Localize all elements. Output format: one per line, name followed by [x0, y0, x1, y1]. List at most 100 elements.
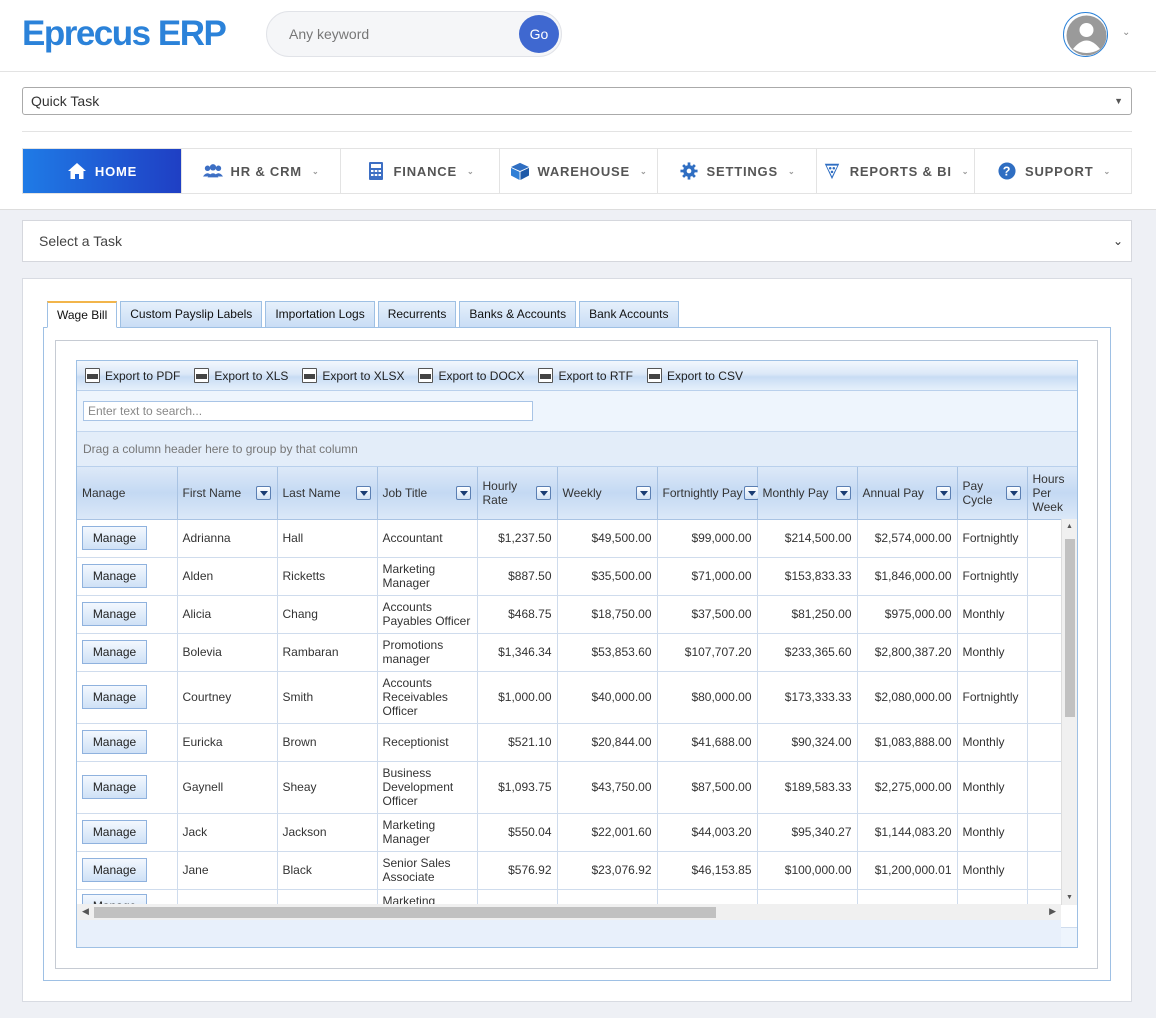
nav-warehouse[interactable]: WAREHOUSE ⌄ — [500, 149, 658, 193]
manage-button[interactable]: Manage — [82, 730, 147, 754]
fortnightly-pay-cell: $80,000.00 — [657, 671, 758, 724]
column-header[interactable]: Hourly Rate — [477, 467, 558, 520]
vertical-scrollbar[interactable]: ▲ ▼ — [1061, 519, 1077, 905]
nav-home[interactable]: HOME — [23, 149, 182, 193]
nav-hr-crm[interactable]: HR & CRM ⌄ — [182, 149, 341, 193]
column-header[interactable]: First Name — [177, 467, 278, 520]
manage-button[interactable]: Manage — [82, 640, 147, 664]
chevron-down-icon: ⌄ — [1112, 234, 1123, 248]
manage-button[interactable]: Manage — [82, 775, 147, 799]
filter-icon[interactable] — [635, 486, 651, 500]
main-nav: HOME HR & CRM ⌄ FINANCE ⌄ WAREHOUSE ⌄ SE… — [22, 148, 1132, 194]
home-icon — [67, 163, 86, 179]
scroll-thumb[interactable] — [94, 907, 716, 918]
wage-bill-grid: Export to PDF Export to XLS Export to XL… — [76, 360, 1078, 948]
weekly-cell: $20,844.00 — [557, 723, 658, 762]
export-xlsx-button[interactable]: Export to XLSX — [302, 368, 404, 383]
weekly-cell: $49,500.00 — [557, 519, 658, 558]
divider — [22, 131, 1132, 132]
last-name-cell: Hall — [277, 519, 378, 558]
tab-recurrents[interactable]: Recurrents — [377, 301, 457, 328]
scroll-down-icon[interactable]: ▼ — [1066, 894, 1073, 901]
nav-settings[interactable]: SETTINGS ⌄ — [658, 149, 817, 193]
column-header[interactable]: Manage — [77, 467, 178, 520]
tab-importation-logs[interactable]: Importation Logs — [265, 301, 375, 328]
export-xls-button[interactable]: Export to XLS — [194, 368, 288, 383]
manage-button[interactable]: Manage — [82, 526, 147, 550]
export-rtf-button[interactable]: Export to RTF — [538, 368, 633, 383]
manage-cell: Manage — [77, 557, 178, 596]
filter-icon[interactable] — [355, 486, 371, 500]
column-header[interactable]: Fortnightly Pay — [657, 467, 759, 520]
annual-pay-cell: $1,846,000.00 — [857, 557, 958, 596]
svg-text:?: ? — [1003, 165, 1011, 179]
export-csv-button[interactable]: Export to CSV — [646, 368, 743, 383]
box-icon — [510, 162, 529, 180]
pay-cycle-cell: Fortnightly — [957, 519, 1028, 558]
last-name-cell: Smith — [277, 671, 378, 724]
column-header[interactable]: Weekly — [557, 467, 658, 520]
app-logo[interactable]: Eprecus ERP — [22, 14, 227, 54]
tab-custom-payslip-labels[interactable]: Custom Payslip Labels — [120, 301, 263, 328]
scroll-left-icon[interactable]: ◀ — [82, 906, 89, 917]
export-label: Export to DOCX — [438, 368, 525, 383]
nav-finance[interactable]: FINANCE ⌄ — [341, 149, 500, 193]
fortnightly-pay-cell: $37,500.00 — [657, 595, 758, 634]
job-title-cell: Marketing Manager — [377, 557, 478, 596]
tab-bank-accounts[interactable]: Bank Accounts — [579, 301, 679, 328]
filter-icon[interactable] — [455, 486, 471, 500]
manage-button[interactable]: Manage — [82, 685, 147, 709]
first-name-cell: Alicia — [177, 595, 278, 634]
quick-task-select[interactable]: Quick Task ▼ — [22, 87, 1132, 115]
grid-search-input[interactable] — [83, 401, 533, 421]
job-title-cell: Accounts Payables Officer — [377, 595, 478, 634]
nav-label: SUPPORT — [1025, 163, 1094, 179]
filter-icon[interactable] — [935, 486, 951, 500]
table-row: Manage Courtney Smith Accounts Receivabl… — [77, 671, 1077, 724]
column-header[interactable]: Last Name — [277, 467, 378, 520]
column-header[interactable]: Hours Per Week — [1027, 467, 1077, 520]
column-header[interactable]: Pay Cycle — [957, 467, 1028, 520]
column-header[interactable]: Job Title — [377, 467, 478, 520]
last-name-cell: Sheay — [277, 761, 378, 814]
filter-icon[interactable] — [1005, 486, 1021, 500]
manage-button[interactable]: Manage — [82, 602, 147, 626]
last-name-cell: Black — [277, 851, 378, 890]
filter-icon[interactable] — [255, 486, 271, 500]
group-panel[interactable]: Drag a column header here to group by th… — [77, 432, 1077, 467]
nav-support[interactable]: ? SUPPORT ⌄ — [975, 149, 1133, 193]
first-name-cell: Gaynell — [177, 761, 278, 814]
avatar[interactable] — [1063, 12, 1108, 57]
users-icon — [202, 164, 223, 178]
pay-cycle-cell: Monthly — [957, 595, 1028, 634]
column-header-label: Fortnightly Pay — [662, 485, 743, 500]
manage-button[interactable]: Manage — [82, 820, 147, 844]
go-button[interactable]: Go — [519, 15, 559, 53]
chevron-down-icon: ⌄ — [639, 166, 648, 176]
last-name-cell: Rambaran — [277, 633, 378, 672]
task-select[interactable]: Select a Task ⌄ — [22, 220, 1132, 262]
manage-button[interactable]: Manage — [82, 564, 147, 588]
scroll-up-icon[interactable]: ▲ — [1066, 523, 1073, 530]
scroll-thumb[interactable] — [1065, 539, 1075, 717]
horizontal-scrollbar[interactable]: ◀ ▶ — [77, 904, 1061, 920]
search-input[interactable] — [289, 12, 509, 56]
tab-banks-accounts[interactable]: Banks & Accounts — [459, 301, 577, 328]
filter-icon[interactable] — [835, 486, 851, 500]
chevron-down-icon: ⌄ — [466, 166, 475, 176]
scroll-right-icon[interactable]: ▶ — [1049, 906, 1056, 917]
manage-button[interactable]: Manage — [82, 858, 147, 882]
filter-icon[interactable] — [535, 486, 551, 500]
chevron-down-icon[interactable]: ⌄ — [1122, 27, 1130, 38]
export-docx-button[interactable]: Export to DOCX — [418, 368, 524, 383]
column-header-label: Pay Cycle — [962, 478, 993, 507]
column-header-label: Job Title — [382, 485, 428, 500]
job-title-cell: Marketing Manager — [377, 813, 478, 852]
monthly-pay-cell: $173,333.33 — [757, 671, 858, 724]
nav-reports-bi[interactable]: REPORTS & BI ⌄ — [817, 149, 975, 193]
column-header[interactable]: Annual Pay — [857, 467, 958, 520]
tab-wage-bill[interactable]: Wage Bill — [47, 301, 118, 328]
fortnightly-pay-cell: $107,707.20 — [657, 633, 758, 672]
column-header[interactable]: Monthly Pay — [757, 467, 858, 520]
export-pdf-button[interactable]: Export to PDF — [85, 368, 180, 383]
